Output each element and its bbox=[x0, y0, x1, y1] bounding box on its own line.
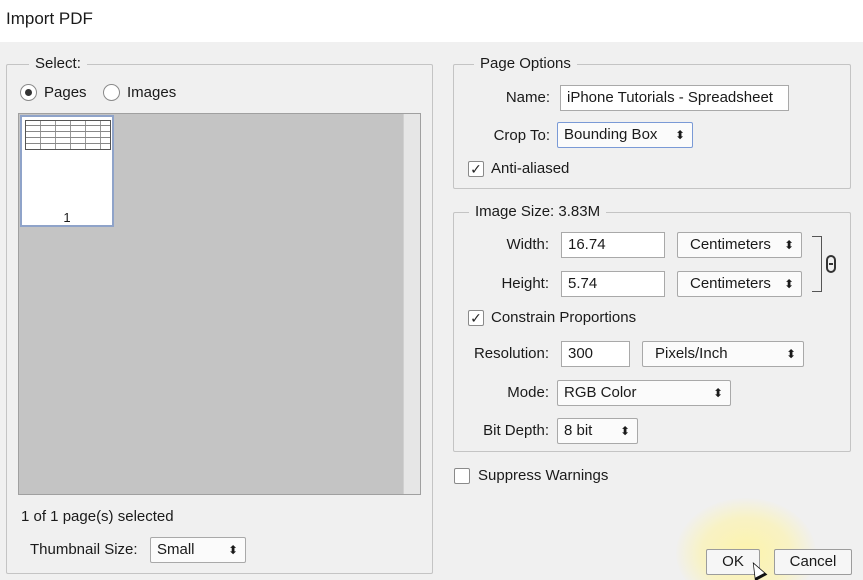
crop-to-value: Bounding Box bbox=[564, 126, 658, 143]
height-field[interactable]: 5.74 bbox=[561, 271, 665, 297]
constrain-proportions-label[interactable]: Constrain Proportions bbox=[491, 309, 636, 327]
thumbnail-size-value: Small bbox=[157, 541, 195, 558]
select-group-legend: Select: bbox=[29, 55, 87, 73]
updown-arrow-icon: ⬍ bbox=[783, 238, 794, 252]
crop-to-label: Crop To: bbox=[493, 127, 550, 144]
title-bar: Import PDF bbox=[0, 0, 863, 42]
width-unit-select[interactable]: Centimeters ⬍ bbox=[677, 232, 802, 258]
thumbnail-page-number: 1 bbox=[63, 210, 71, 225]
images-radio[interactable] bbox=[103, 84, 120, 101]
updown-arrow-icon: ⬍ bbox=[227, 543, 238, 557]
window-title: Import PDF bbox=[6, 9, 93, 28]
suppress-warnings-label[interactable]: Suppress Warnings bbox=[478, 467, 608, 485]
width-field[interactable]: 16.74 bbox=[561, 232, 665, 258]
selection-status: 1 of 1 page(s) selected bbox=[21, 508, 174, 525]
checkmark-icon: ✓ bbox=[470, 161, 482, 177]
constrain-proportions-checkbox[interactable]: ✓ bbox=[468, 310, 484, 326]
mode-select[interactable]: RGB Color ⬍ bbox=[557, 380, 731, 406]
bit-depth-value: 8 bit bbox=[564, 422, 593, 439]
updown-arrow-icon: ⬍ bbox=[785, 347, 796, 361]
mode-label: Mode: bbox=[507, 384, 549, 401]
anti-aliased-checkbox[interactable]: ✓ bbox=[468, 161, 484, 177]
preview-scrollbar[interactable] bbox=[403, 114, 420, 494]
thumbnail-size-select[interactable]: Small ⬍ bbox=[150, 537, 246, 563]
thumbnail-size-label: Thumbnail Size: bbox=[30, 541, 138, 558]
crop-to-select[interactable]: Bounding Box ⬍ bbox=[557, 122, 693, 148]
chain-link-icon[interactable] bbox=[826, 255, 836, 273]
suppress-warnings-checkbox[interactable] bbox=[454, 468, 470, 484]
checkmark-icon: ✓ bbox=[470, 310, 482, 326]
resolution-unit-value: Pixels/Inch bbox=[655, 345, 728, 362]
mode-value: RGB Color bbox=[564, 384, 637, 401]
height-unit-select[interactable]: Centimeters ⬍ bbox=[677, 271, 802, 297]
anti-aliased-label[interactable]: Anti-aliased bbox=[491, 160, 569, 178]
page-preview-area[interactable]: 1 bbox=[18, 113, 421, 495]
height-unit-value: Centimeters bbox=[690, 275, 771, 292]
width-label: Width: bbox=[506, 236, 549, 253]
page-thumbnail[interactable]: 1 bbox=[20, 115, 114, 227]
updown-arrow-icon: ⬍ bbox=[674, 128, 685, 142]
pages-radio-label[interactable]: Pages bbox=[44, 84, 87, 102]
resolution-field[interactable]: 300 bbox=[561, 341, 630, 367]
image-size-legend: Image Size: 3.83M bbox=[469, 203, 607, 221]
thumbnail-content bbox=[25, 120, 111, 150]
page-options-legend: Page Options bbox=[474, 55, 577, 73]
cancel-button[interactable]: Cancel bbox=[774, 549, 852, 575]
radio-selected-dot bbox=[25, 89, 32, 96]
bit-depth-select[interactable]: 8 bit ⬍ bbox=[557, 418, 638, 444]
updown-arrow-icon: ⬍ bbox=[619, 424, 630, 438]
width-unit-value: Centimeters bbox=[690, 236, 771, 253]
updown-arrow-icon: ⬍ bbox=[783, 277, 794, 291]
name-field[interactable]: iPhone Tutorials - Spreadsheet bbox=[560, 85, 789, 111]
bit-depth-label: Bit Depth: bbox=[483, 422, 549, 439]
constrain-link-bracket bbox=[812, 236, 822, 292]
pages-radio[interactable] bbox=[20, 84, 37, 101]
updown-arrow-icon: ⬍ bbox=[712, 386, 723, 400]
images-radio-label[interactable]: Images bbox=[127, 84, 176, 102]
resolution-unit-select[interactable]: Pixels/Inch ⬍ bbox=[642, 341, 804, 367]
height-label: Height: bbox=[501, 275, 549, 292]
name-label: Name: bbox=[505, 89, 550, 106]
resolution-label: Resolution: bbox=[473, 345, 549, 362]
